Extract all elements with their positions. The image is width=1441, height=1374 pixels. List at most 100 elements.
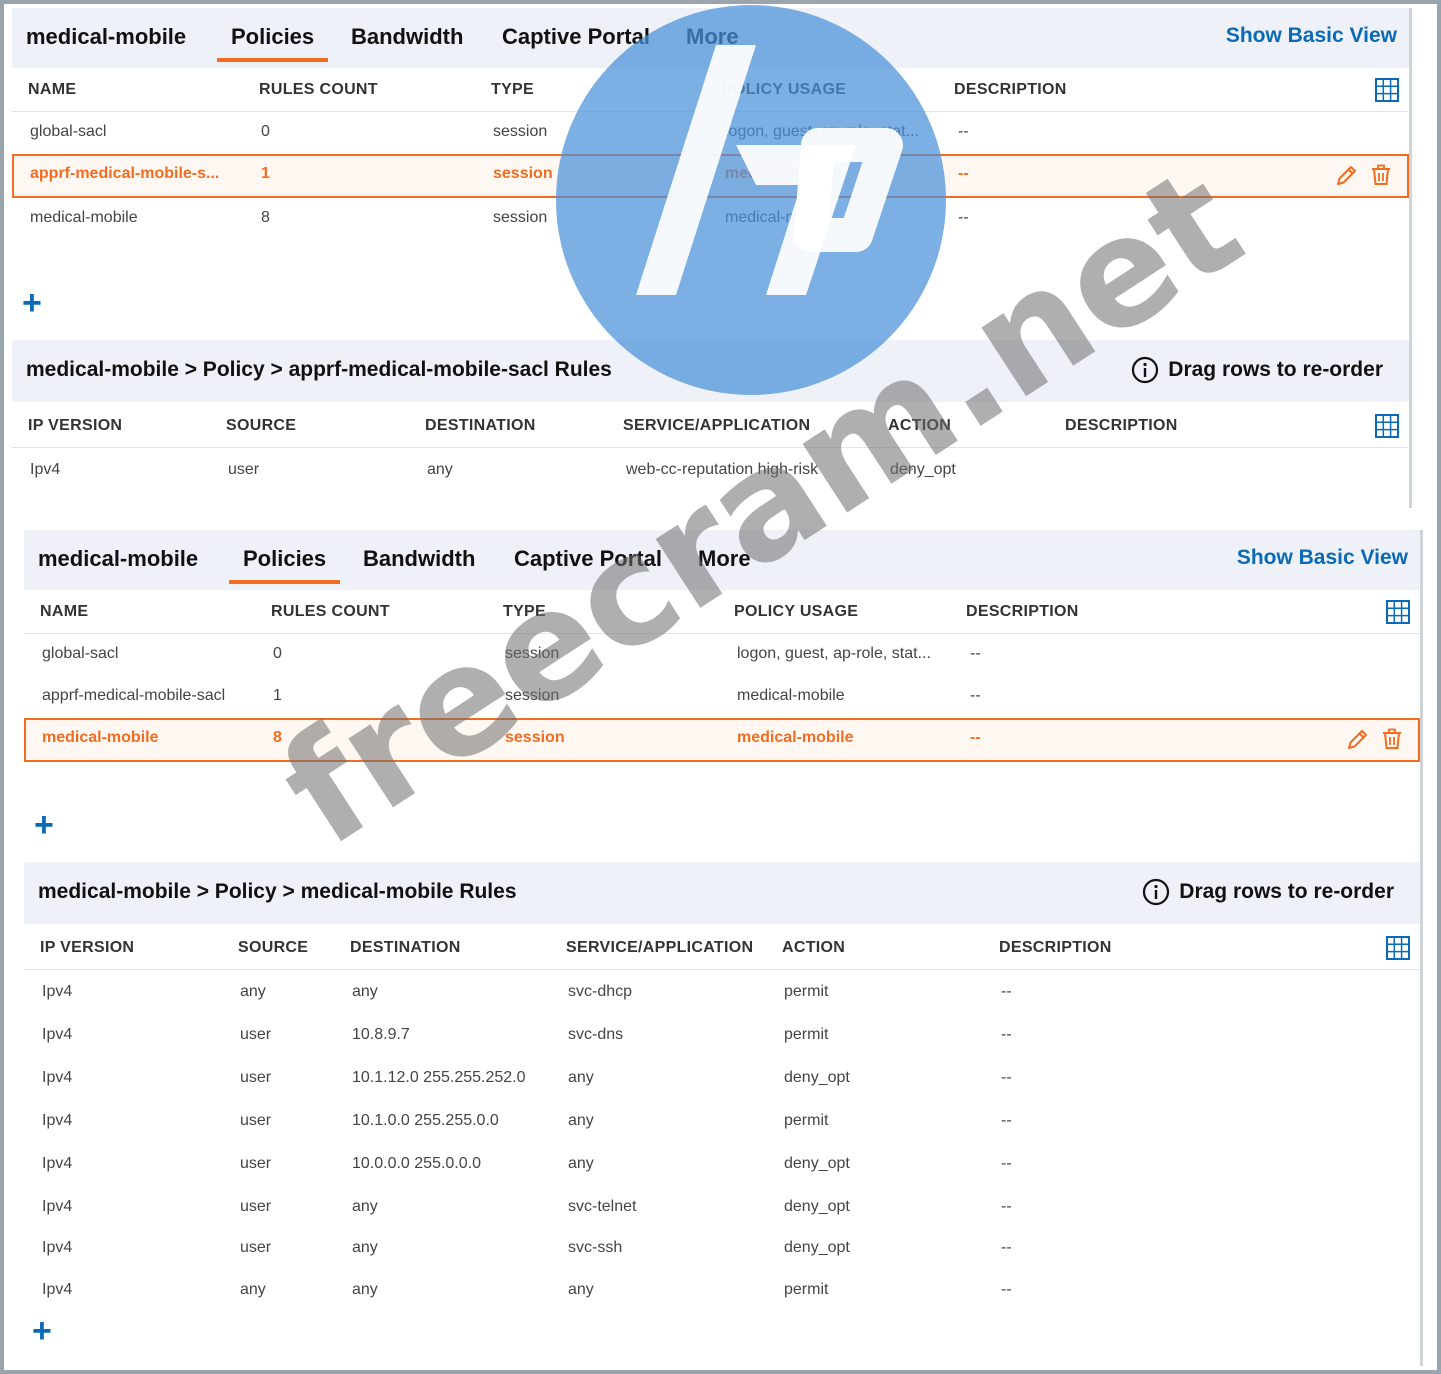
col-destination[interactable]: DESTINATION bbox=[425, 417, 536, 435]
policies-column-header: NAME RULES COUNT TYPE POLICY USAGE DESCR… bbox=[24, 590, 1420, 634]
rule-row[interactable]: Ipv4 any any any permit -- bbox=[24, 1270, 1420, 1312]
rule-source: any bbox=[240, 983, 266, 1000]
rule-destination: 10.8.9.7 bbox=[352, 1026, 410, 1043]
add-policy-button[interactable]: + bbox=[34, 808, 54, 842]
rule-ip-version: Ipv4 bbox=[42, 1198, 73, 1215]
rule-destination: any bbox=[352, 1281, 378, 1298]
policy-rules-count: 1 bbox=[273, 687, 282, 704]
col-type[interactable]: TYPE bbox=[503, 603, 546, 621]
rule-service: any bbox=[568, 1112, 594, 1129]
col-ip-version[interactable]: IP VERSION bbox=[40, 939, 134, 957]
policy-type: session bbox=[505, 729, 565, 746]
tab-more[interactable]: More bbox=[698, 546, 751, 572]
app-name: medical-mobile bbox=[26, 24, 187, 49]
grid-view-icon[interactable] bbox=[1386, 600, 1410, 624]
grid-view-icon[interactable] bbox=[1386, 936, 1410, 960]
rule-row[interactable]: Ipv4 user 10.1.12.0 255.255.252.0 any de… bbox=[24, 1058, 1420, 1100]
rules-column-header: IP VERSION SOURCE DESTINATION SERVICE/AP… bbox=[12, 404, 1409, 448]
show-basic-view-link[interactable]: Show Basic View bbox=[1226, 24, 1397, 48]
rule-row[interactable]: Ipv4 user 10.0.0.0 255.0.0.0 any deny_op… bbox=[24, 1144, 1420, 1186]
rule-ip-version: Ipv4 bbox=[42, 1239, 73, 1256]
col-destination[interactable]: DESTINATION bbox=[350, 939, 461, 957]
policy-rules-count: 8 bbox=[273, 729, 282, 746]
col-action[interactable]: ACTION bbox=[782, 939, 845, 957]
col-ip-version[interactable]: IP VERSION bbox=[28, 417, 122, 435]
rule-action: permit bbox=[784, 1112, 829, 1129]
trash-icon[interactable] bbox=[1369, 163, 1393, 187]
policy-type: session bbox=[505, 645, 560, 662]
rule-ip-version: Ipv4 bbox=[42, 983, 73, 1000]
rules-section-bar: medical-mobile > Policy > medical-mobile… bbox=[24, 862, 1420, 924]
policy-row[interactable]: medical-mobile 8 session medical-mobile … bbox=[12, 198, 1409, 240]
policy-row-selected[interactable]: apprf-medical-mobile-s... 1 session medi… bbox=[12, 154, 1409, 198]
policy-description: -- bbox=[970, 687, 981, 704]
col-description[interactable]: DESCRIPTION bbox=[1065, 417, 1178, 435]
col-source[interactable]: SOURCE bbox=[226, 417, 296, 435]
rule-description: -- bbox=[1001, 1239, 1012, 1256]
rule-destination: 10.0.0.0 255.0.0.0 bbox=[352, 1155, 481, 1172]
rule-ip-version: Ipv4 bbox=[42, 1281, 73, 1298]
col-rules-count[interactable]: RULES COUNT bbox=[271, 603, 390, 621]
col-service-application[interactable]: SERVICE/APPLICATION bbox=[623, 417, 810, 435]
row-actions bbox=[1346, 727, 1404, 751]
rule-row[interactable]: Ipv4 any any svc-dhcp permit -- bbox=[24, 972, 1420, 1014]
trash-icon[interactable] bbox=[1380, 727, 1404, 751]
col-action[interactable]: ACTION bbox=[888, 417, 951, 435]
col-policy-usage[interactable]: POLICY USAGE bbox=[722, 81, 846, 99]
tab-more[interactable]: More bbox=[686, 24, 739, 50]
col-rules-count[interactable]: RULES COUNT bbox=[259, 81, 378, 99]
policy-row[interactable]: global-sacl 0 session logon, guest, ap-r… bbox=[12, 112, 1409, 154]
policy-description: -- bbox=[958, 209, 969, 226]
rule-ip-version: Ipv4 bbox=[42, 1112, 73, 1129]
policy-name: global-sacl bbox=[30, 123, 107, 140]
tab-bandwidth[interactable]: Bandwidth bbox=[363, 546, 475, 572]
rule-row[interactable]: Ipv4 user any svc-telnet deny_opt -- bbox=[24, 1187, 1420, 1229]
tab-captive-portal[interactable]: Captive Portal bbox=[514, 546, 662, 572]
col-description[interactable]: DESCRIPTION bbox=[954, 81, 1067, 99]
tab-captive-portal[interactable]: Captive Portal bbox=[502, 24, 650, 50]
grid-view-icon[interactable] bbox=[1375, 414, 1399, 438]
rule-description: -- bbox=[1001, 1112, 1012, 1129]
tab-policies[interactable]: Policies bbox=[216, 24, 329, 62]
rules-section-bar: medical-mobile > Policy > apprf-medical-… bbox=[12, 340, 1409, 402]
col-name[interactable]: NAME bbox=[28, 81, 76, 99]
rule-destination: any bbox=[352, 1198, 378, 1215]
rule-action: permit bbox=[784, 983, 829, 1000]
rule-row[interactable]: Ipv4 user any svc-ssh deny_opt -- bbox=[24, 1228, 1420, 1270]
col-source[interactable]: SOURCE bbox=[238, 939, 308, 957]
col-description[interactable]: DESCRIPTION bbox=[966, 603, 1079, 621]
rule-source: user bbox=[240, 1239, 272, 1256]
policy-row[interactable]: global-sacl 0 session logon, guest, ap-r… bbox=[24, 634, 1420, 676]
rule-row[interactable]: Ipv4 user 10.1.0.0 255.255.0.0 any permi… bbox=[24, 1101, 1420, 1143]
rule-description: -- bbox=[1001, 1198, 1012, 1215]
rule-destination: 10.1.12.0 255.255.252.0 bbox=[352, 1069, 526, 1086]
add-rule-button[interactable]: + bbox=[32, 1314, 52, 1348]
drag-reorder-hint: Drag rows to re-order bbox=[1179, 880, 1394, 903]
rule-source: user bbox=[240, 1198, 272, 1215]
col-type[interactable]: TYPE bbox=[491, 81, 534, 99]
col-service-application[interactable]: SERVICE/APPLICATION bbox=[566, 939, 753, 957]
drag-reorder-hint: Drag rows to re-order bbox=[1168, 358, 1383, 381]
top-nav-bar: medical-mobile Policies Bandwidth Captiv… bbox=[12, 8, 1409, 68]
edit-pencil-icon[interactable] bbox=[1346, 727, 1370, 751]
policy-usage: logon, guest, ap-role, stat... bbox=[725, 123, 919, 140]
policy-row-selected[interactable]: medical-mobile 8 session medical-mobile … bbox=[24, 718, 1420, 762]
top-screen-panel: medical-mobile Policies Bandwidth Captiv… bbox=[12, 8, 1412, 508]
rule-action: deny_opt bbox=[784, 1239, 850, 1256]
tab-policies[interactable]: Policies bbox=[228, 546, 341, 584]
grid-view-icon[interactable] bbox=[1375, 78, 1399, 102]
rule-source: user bbox=[240, 1069, 272, 1086]
show-basic-view-link[interactable]: Show Basic View bbox=[1237, 546, 1408, 570]
col-name[interactable]: NAME bbox=[40, 603, 88, 621]
edit-pencil-icon[interactable] bbox=[1335, 163, 1359, 187]
add-policy-button[interactable]: + bbox=[22, 286, 42, 320]
policy-row[interactable]: apprf-medical-mobile-sacl 1 session medi… bbox=[24, 676, 1420, 718]
tab-bandwidth[interactable]: Bandwidth bbox=[351, 24, 463, 50]
rule-row[interactable]: Ipv4 user 10.8.9.7 svc-dns permit -- bbox=[24, 1015, 1420, 1057]
rule-row[interactable]: Ipv4 user any web-cc-reputation high-ris… bbox=[12, 450, 1409, 492]
rules-breadcrumb: medical-mobile > Policy > medical-mobile… bbox=[38, 880, 517, 903]
col-description[interactable]: DESCRIPTION bbox=[999, 939, 1112, 957]
col-policy-usage[interactable]: POLICY USAGE bbox=[734, 603, 858, 621]
policies-column-header: NAME RULES COUNT TYPE POLICY USAGE DESCR… bbox=[12, 68, 1409, 112]
rule-action: deny_opt bbox=[784, 1198, 850, 1215]
